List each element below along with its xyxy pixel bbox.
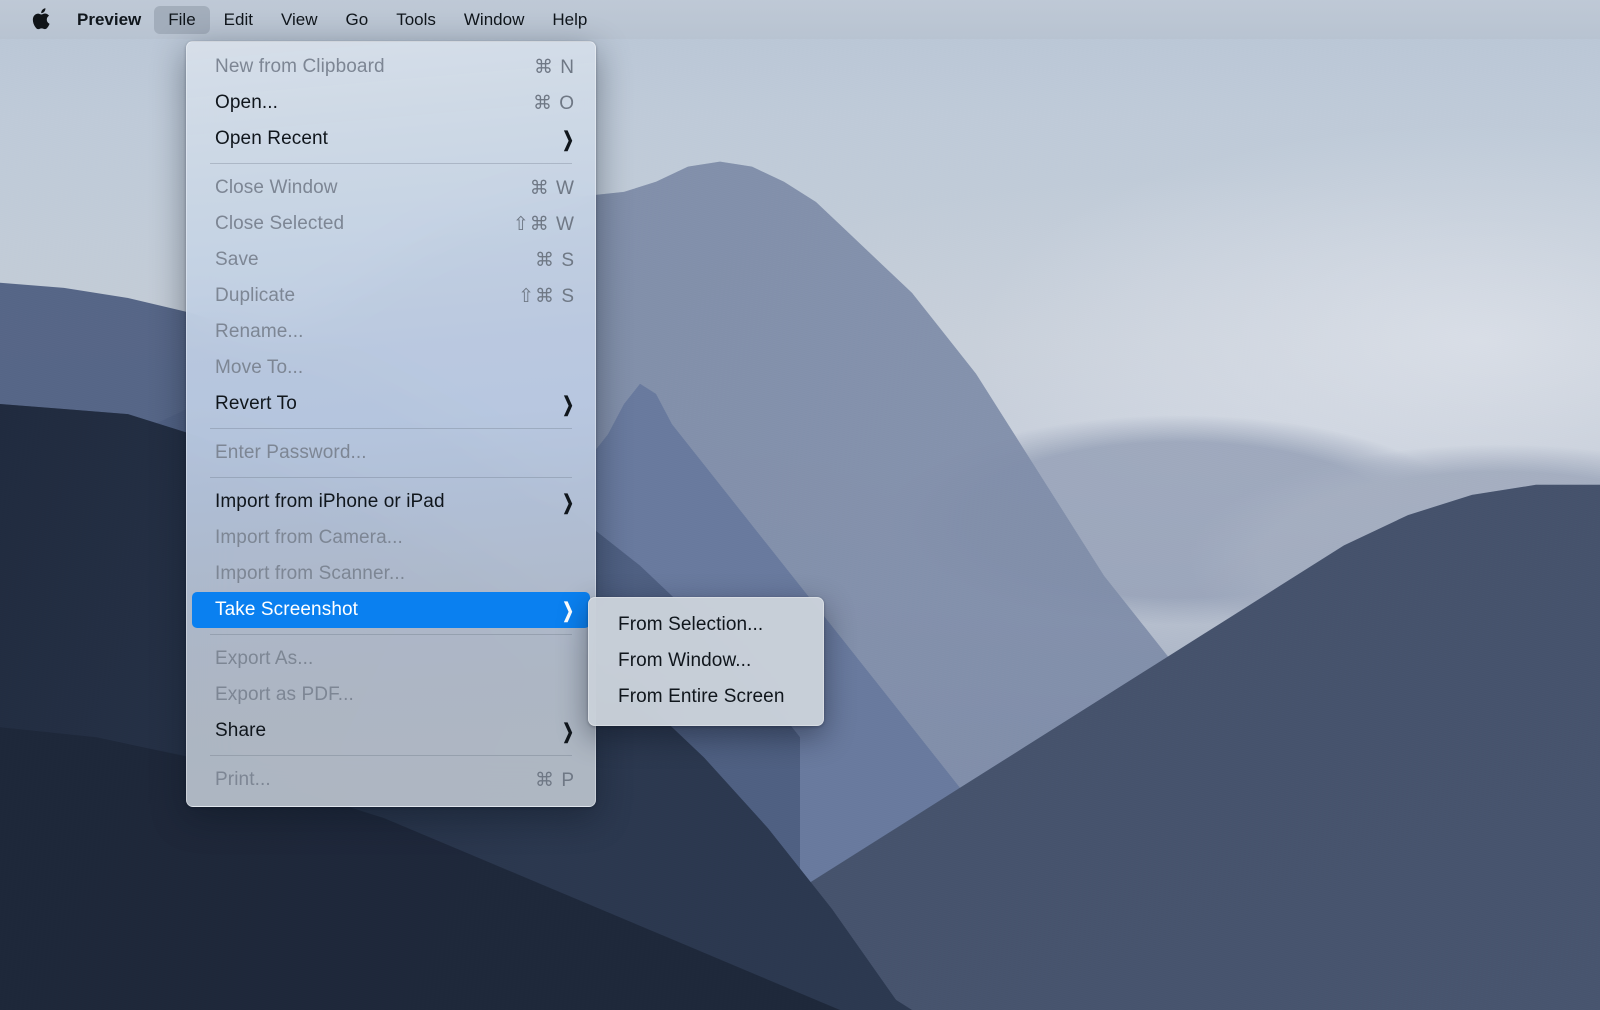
take-screenshot-submenu: From Selection... From Window... From Enti…	[588, 597, 824, 726]
menu-item-label: Share	[215, 720, 267, 741]
menu-item-take-screenshot[interactable]: Take Screenshot ❯	[192, 592, 590, 628]
menu-item-save: Save ⌘ S	[192, 242, 590, 278]
menu-item-label: From Selection...	[618, 614, 764, 635]
menu-item-label: Export As...	[215, 648, 314, 669]
menubar-item-window[interactable]: Window	[450, 6, 538, 34]
apple-logo-icon[interactable]	[18, 0, 64, 39]
menu-item-export-as-pdf: Export as PDF...	[192, 677, 590, 713]
menu-item-label: Import from Scanner...	[215, 563, 406, 584]
menu-item-label: From Entire Screen	[618, 686, 785, 707]
menu-item-share[interactable]: Share ❯	[192, 713, 590, 749]
menu-item-move-to: Move To...	[192, 350, 590, 386]
menu-separator	[210, 477, 572, 478]
menu-bar: Preview File Edit View Go Tools Window H…	[0, 0, 1600, 39]
menu-item-import-from-scanner: Import from Scanner...	[192, 556, 590, 592]
menu-separator	[210, 634, 572, 635]
chevron-right-icon: ❯	[561, 598, 574, 622]
menu-item-label: Close Window	[215, 177, 338, 198]
menu-item-close-selected: Close Selected ⇧⌘ W	[192, 206, 590, 242]
menubar-item-edit[interactable]: Edit	[210, 6, 267, 34]
menu-separator	[210, 755, 572, 756]
menu-item-shortcut: ⌘ P	[535, 769, 575, 791]
file-dropdown-menu: New from Clipboard ⌘ N Open... ⌘ O Open Rece…	[186, 41, 596, 807]
menu-item-label: New from Clipboard	[215, 56, 385, 77]
chevron-right-icon: ❯	[561, 127, 574, 151]
menu-item-print: Print... ⌘ P	[192, 762, 590, 798]
menu-item-label: Save	[215, 249, 259, 270]
chevron-right-icon: ❯	[561, 719, 574, 743]
menu-item-label: Take Screenshot	[215, 599, 359, 620]
menu-item-from-selection[interactable]: From Selection...	[594, 607, 818, 643]
menu-item-rename: Rename...	[192, 314, 590, 350]
menu-item-shortcut: ⇧⌘ S	[518, 285, 575, 307]
menu-item-shortcut: ⇧⌘ W	[512, 213, 575, 235]
menu-item-new-from-clipboard: New from Clipboard ⌘ N	[192, 49, 590, 85]
menu-item-label: Import from Camera...	[215, 527, 403, 548]
menu-item-close-window: Close Window ⌘ W	[192, 170, 590, 206]
chevron-right-icon: ❯	[561, 392, 574, 416]
menubar-item-go[interactable]: Go	[332, 6, 383, 34]
menubar-app-name[interactable]: Preview	[64, 6, 154, 34]
menu-item-label: From Window...	[618, 650, 752, 671]
menu-item-enter-password: Enter Password...	[192, 435, 590, 471]
menu-item-label: Import from iPhone or iPad	[215, 491, 445, 512]
chevron-right-icon: ❯	[561, 490, 574, 514]
menu-item-label: Export as PDF...	[215, 684, 354, 705]
menu-item-label: Rename...	[215, 321, 304, 342]
menu-item-from-window[interactable]: From Window...	[594, 643, 818, 679]
menu-item-shortcut: ⌘ N	[534, 56, 575, 78]
menu-item-revert-to[interactable]: Revert To ❯	[192, 386, 590, 422]
menu-item-label: Open Recent	[215, 128, 329, 149]
menu-item-open[interactable]: Open... ⌘ O	[192, 85, 590, 121]
menu-item-label: Revert To	[215, 393, 297, 414]
menu-item-label: Close Selected	[215, 213, 345, 234]
menu-item-export-as: Export As...	[192, 641, 590, 677]
menu-item-import-from-iphone-or-ipad[interactable]: Import from iPhone or iPad ❯	[192, 484, 590, 520]
menubar-item-view[interactable]: View	[267, 6, 332, 34]
menu-item-label: Print...	[215, 769, 271, 790]
menubar-item-tools[interactable]: Tools	[382, 6, 450, 34]
menu-item-shortcut: ⌘ S	[535, 249, 575, 271]
menu-separator	[210, 428, 572, 429]
menubar-item-help[interactable]: Help	[538, 6, 601, 34]
menu-item-duplicate: Duplicate ⇧⌘ S	[192, 278, 590, 314]
menubar-item-file[interactable]: File	[154, 5, 210, 34]
menu-item-label: Enter Password...	[215, 442, 367, 463]
menu-item-shortcut: ⌘ O	[532, 92, 575, 114]
menu-item-label: Duplicate	[215, 285, 296, 306]
menu-item-label: Move To...	[215, 357, 304, 378]
menu-item-label: Open...	[215, 92, 279, 113]
menu-separator	[210, 163, 572, 164]
menu-item-shortcut: ⌘ W	[529, 177, 575, 199]
menu-item-import-from-camera: Import from Camera...	[192, 520, 590, 556]
menu-item-open-recent[interactable]: Open Recent ❯	[192, 121, 590, 157]
menu-item-from-entire-screen[interactable]: From Entire Screen	[594, 679, 818, 715]
